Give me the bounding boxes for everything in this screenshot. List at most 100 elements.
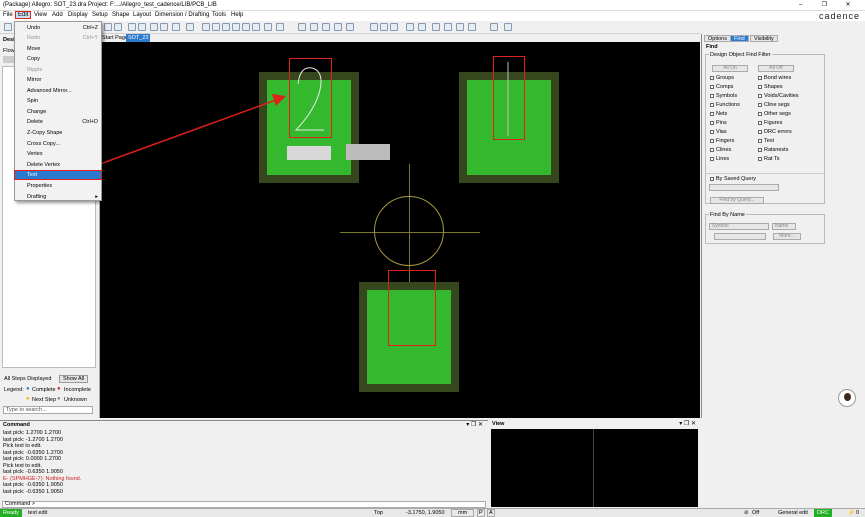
command-input[interactable]: Command > — [2, 501, 486, 508]
drc-icon[interactable] — [346, 23, 354, 31]
edit-menu-item-delete-vertex[interactable]: Delete Vertex — [15, 161, 101, 169]
text-cursor-icon[interactable] — [418, 23, 426, 31]
edit-menu-item-cross-copy[interactable]: Cross Copy... — [15, 140, 101, 148]
pin-icon[interactable] — [160, 23, 168, 31]
by-saved-query-checkbox[interactable]: By Saved Query — [710, 176, 756, 182]
edit-menu-item-delete[interactable]: Delete Ctrl+D — [15, 118, 101, 126]
tab-visibility[interactable]: Visibility — [750, 35, 778, 42]
add-line-icon[interactable] — [128, 23, 136, 31]
zoom-in-icon[interactable] — [202, 23, 210, 31]
add-text-icon[interactable] — [138, 23, 146, 31]
menu-layout[interactable]: Layout — [133, 12, 151, 18]
menu-add[interactable]: Add — [52, 12, 63, 18]
filter-checkbox-groups[interactable]: Groups — [710, 75, 734, 81]
name-input[interactable] — [714, 233, 766, 240]
edit-menu-item-z-copy-shape[interactable]: Z-Copy Shape — [15, 129, 101, 137]
search-input[interactable]: Type to search... — [3, 406, 93, 414]
edit-menu-item-undo[interactable]: Undo Ctrl+Z — [15, 24, 101, 32]
edit-menu-item-copy[interactable]: Copy — [15, 55, 101, 63]
layer-icon[interactable] — [322, 23, 330, 31]
general-edit[interactable]: General edit — [778, 510, 808, 516]
close-button[interactable]: ✕ — [837, 1, 859, 8]
filter-checkbox-pins[interactable]: Pins — [710, 120, 727, 126]
filter-checkbox-cline-segs[interactable]: Cline segs — [758, 102, 790, 108]
edit-menu-item-change[interactable]: Change — [15, 108, 101, 116]
filter-checkbox-fingers[interactable]: Fingers — [710, 138, 734, 144]
filter-checkbox-text[interactable]: Text — [758, 138, 774, 144]
grid-icon[interactable] — [150, 23, 158, 31]
copy-tool-icon[interactable] — [114, 23, 122, 31]
new-icon[interactable] — [4, 23, 12, 31]
visibility-icon[interactable] — [334, 23, 342, 31]
edit-menu-item-vertex[interactable]: Vertex — [15, 150, 101, 158]
color-icon[interactable] — [298, 23, 306, 31]
menu-display[interactable]: Display — [68, 12, 88, 18]
filter-checkbox-lines[interactable]: Lines — [710, 156, 729, 162]
filter-checkbox-comps[interactable]: Comps — [710, 84, 733, 90]
eye-icon[interactable] — [370, 23, 378, 31]
filter-checkbox-voids-cavities[interactable]: Voids/Cavities — [758, 93, 799, 99]
swap-icon[interactable] — [468, 23, 476, 31]
filter-checkbox-bond-wires[interactable]: Bond wires — [758, 75, 791, 81]
a-toggle[interactable]: A — [487, 509, 495, 517]
all-on-button[interactable]: All On — [712, 65, 748, 72]
redraw-icon[interactable] — [264, 23, 272, 31]
edit-menu-item-drafting[interactable]: Drafting ▸ — [15, 193, 101, 201]
filter-checkbox-shapes[interactable]: Shapes — [758, 84, 783, 90]
edit-menu-item-spin[interactable]: Spin — [15, 97, 101, 105]
drc-indicator[interactable]: DRC — [814, 509, 832, 517]
tab-sot23[interactable]: SOT_23 — [126, 34, 151, 42]
show-all-button[interactable]: Show All — [59, 375, 89, 383]
filter-checkbox-symbols[interactable]: Symbols — [710, 93, 737, 99]
route-icon[interactable] — [186, 23, 194, 31]
filter-checkbox-other-segs[interactable]: Other segs — [758, 111, 791, 117]
find-by-query-button[interactable]: Find by Query... — [710, 197, 764, 204]
filter-checkbox-clines[interactable]: Clines — [710, 147, 731, 153]
saved-query-select[interactable] — [709, 184, 779, 191]
measure-icon[interactable] — [390, 23, 398, 31]
edit-vertex-icon[interactable] — [172, 23, 180, 31]
camera-icon[interactable] — [490, 23, 498, 31]
zoom-center-icon[interactable] — [252, 23, 260, 31]
menu-edit[interactable]: Edit — [14, 11, 32, 19]
minimize-button[interactable]: – — [790, 2, 812, 8]
world-view-canvas[interactable] — [491, 429, 698, 507]
edit-menu-item-text[interactable]: Text — [14, 170, 102, 180]
move-tool-icon[interactable] — [104, 23, 112, 31]
filter-checkbox-functions[interactable]: Functions — [710, 102, 740, 108]
filter-checkbox-drc-errors[interactable]: DRC errors — [758, 129, 792, 135]
zoom-world-icon[interactable] — [232, 23, 240, 31]
edit-menu-item-properties[interactable]: Properties — [15, 182, 101, 190]
tab-find[interactable]: Find — [730, 35, 749, 42]
menu-shape[interactable]: Shape — [112, 12, 129, 18]
zoom-previous-icon[interactable] — [242, 23, 250, 31]
constraint-icon[interactable] — [456, 23, 464, 31]
all-off-button[interactable]: All Off — [758, 65, 794, 72]
component-icon[interactable] — [432, 23, 440, 31]
find-icon[interactable] — [380, 23, 388, 31]
p-toggle[interactable]: P — [477, 509, 485, 517]
menu-setup[interactable]: Setup — [92, 12, 108, 18]
net-icon[interactable] — [444, 23, 452, 31]
avatar[interactable] — [838, 389, 856, 407]
zoom-out-icon[interactable] — [212, 23, 220, 31]
3d-view-icon[interactable] — [276, 23, 284, 31]
active-layer[interactable]: Top — [374, 510, 383, 516]
filter-checkbox-rat-ts[interactable]: Rat Ts — [758, 156, 780, 162]
menu-view[interactable]: View — [34, 12, 47, 18]
edit-menu-item-move[interactable]: Move — [15, 45, 101, 53]
view-panel-controls[interactable]: ▾ ❐ ✕ — [679, 420, 696, 427]
filter-checkbox-ratsnests[interactable]: Ratsnests — [758, 147, 788, 153]
menu-file[interactable]: File — [3, 12, 13, 18]
edit-menu-item-mirror[interactable]: Mirror — [15, 76, 101, 84]
name-type-select[interactable]: Symbol — [709, 223, 769, 230]
shadow-icon[interactable] — [310, 23, 318, 31]
filter-checkbox-nets[interactable]: Nets — [710, 111, 727, 117]
filter-checkbox-vias[interactable]: Vias — [710, 129, 727, 135]
menu-help[interactable]: Help — [231, 12, 243, 18]
command-panel-controls[interactable]: ▾ ❐ ✕ — [466, 421, 483, 428]
maximize-button[interactable]: ❐ — [813, 1, 835, 8]
design-canvas[interactable] — [100, 42, 700, 418]
menu-dimension-drafting[interactable]: Dimension / Drafting — [155, 12, 209, 18]
edit-menu-item-advanced-mirror[interactable]: Advanced Mirror... — [15, 87, 101, 95]
